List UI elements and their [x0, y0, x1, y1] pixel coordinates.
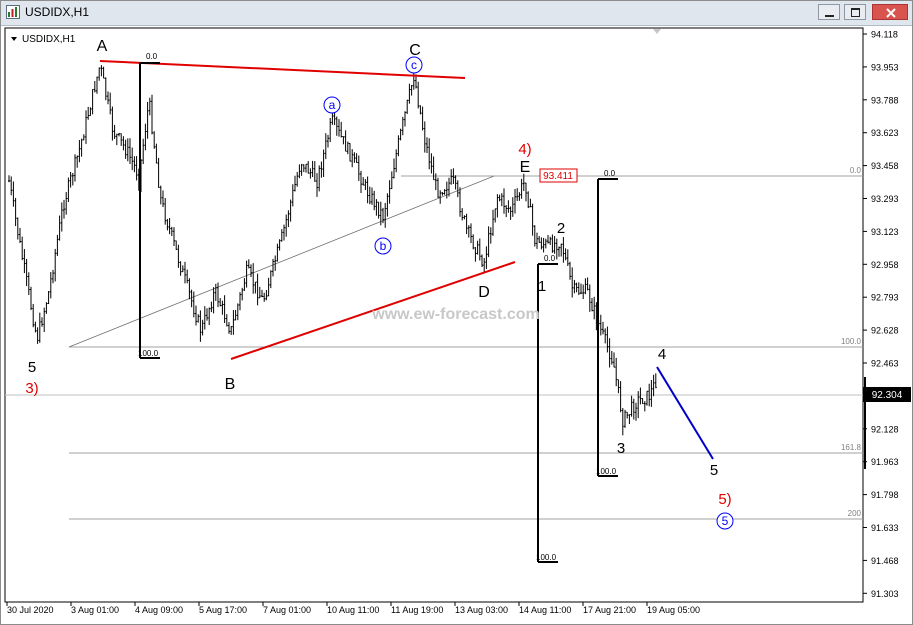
- time-tick-label: 13 Aug 03:00: [455, 605, 508, 615]
- price-chart[interactable]: USDIDX,H1 0.0 100.0 161.8 200 0.0 100.0: [1, 26, 912, 624]
- time-tick-label: 4 Aug 09:00: [135, 605, 183, 615]
- current-price-value: 92.304: [872, 390, 903, 401]
- time-tick-label: 11 Aug 19:00: [391, 605, 443, 615]
- price-tick-label: 93.458: [871, 161, 899, 171]
- wave-label-1: 1: [538, 278, 546, 295]
- chart-symbol-label: USDIDX,H1: [22, 34, 76, 45]
- wave-label-c-circle: c: [405, 56, 423, 74]
- svg-text:0.0: 0.0: [604, 169, 616, 178]
- price-tick-label: 92.128: [871, 424, 899, 434]
- price-tick-label: 92.958: [871, 260, 899, 270]
- time-axis: 30 Jul 2020 3 Aug 01:00 4 Aug 09:00 5 Aug 1…: [6, 602, 700, 615]
- maximize-button[interactable]: [844, 4, 866, 20]
- wave-label-C: C: [409, 42, 421, 59]
- time-tick-label: 14 Aug 11:00: [519, 605, 571, 615]
- wave-label-5-red: 5): [718, 491, 731, 508]
- price-tick-label: 93.953: [871, 62, 899, 72]
- price-tick-label: 93.623: [871, 128, 899, 138]
- time-tick-label: 3 Aug 01:00: [71, 605, 119, 615]
- minimize-icon: [825, 15, 834, 17]
- svg-text:a: a: [329, 98, 336, 112]
- wave-label-B: B: [225, 376, 236, 393]
- time-tick-label: 5 Aug 17:00: [199, 605, 247, 615]
- price-tick-label: 91.798: [871, 490, 899, 500]
- wave-label-D: D: [478, 284, 490, 301]
- wave-label-5-low: 5: [28, 359, 36, 376]
- time-tick-label: 30 Jul 2020: [7, 605, 54, 615]
- wave-label-3-red: 3): [25, 380, 38, 397]
- svg-text:100.0: 100.0: [536, 553, 557, 562]
- wave-label-b-circle: b: [374, 237, 392, 255]
- price-axis: 94.118 93.953 93.788 93.623 93.458 93.293 93.1…: [863, 30, 899, 599]
- price-tick-label: 93.788: [871, 95, 899, 105]
- close-button[interactable]: [872, 4, 908, 20]
- price-tick-label: 92.793: [871, 293, 899, 303]
- price-tick-label: 93.123: [871, 227, 899, 237]
- time-tick-label: 19 Aug 05:00: [647, 605, 700, 615]
- watermark: www.ew-forecast.com: [371, 306, 539, 323]
- fib-label-0: 0.0: [850, 166, 862, 175]
- svg-text:c: c: [411, 58, 417, 72]
- level-value-text: 93.411: [543, 171, 573, 182]
- wave-label-E: E: [520, 159, 531, 176]
- maximize-icon: [851, 8, 860, 17]
- price-tick-label: 93.293: [871, 194, 899, 204]
- close-icon: [886, 8, 896, 18]
- price-tick-label: 94.118: [871, 30, 898, 40]
- wave-label-5-circle: 5: [716, 512, 734, 530]
- price-tick-label: 92.628: [871, 326, 899, 336]
- price-tick-label: 91.633: [871, 523, 899, 533]
- wave-label-3: 3: [617, 440, 625, 457]
- title-bar[interactable]: USDIDX,H1: [1, 1, 912, 26]
- time-tick-label: 10 Aug 11:00: [327, 605, 379, 615]
- wave-label-2: 2: [557, 220, 565, 237]
- price-tick-label: 91.303: [871, 589, 899, 599]
- wave-label-A: A: [97, 38, 108, 55]
- svg-text:0.0: 0.0: [544, 254, 556, 263]
- svg-text:0.0: 0.0: [146, 52, 158, 61]
- time-tick-label: 17 Aug 21:00: [583, 605, 636, 615]
- fib-label-100: 100.0: [841, 337, 862, 346]
- svg-text:5: 5: [722, 514, 729, 528]
- wave-label-4-red: 4): [518, 141, 531, 158]
- svg-text:100.0: 100.0: [138, 349, 159, 358]
- wave-label-4: 4: [658, 346, 666, 363]
- time-tick-label: 7 Aug 01:00: [263, 605, 311, 615]
- svg-text:b: b: [380, 239, 387, 253]
- fib-label-200: 200: [848, 509, 862, 518]
- window-title: USDIDX,H1: [25, 5, 90, 19]
- svg-text:100.0: 100.0: [596, 467, 617, 476]
- price-tick-label: 92.463: [871, 359, 899, 369]
- chart-window: USDIDX,H1 USDIDX,H1 0.0 100.0 161.8 200: [0, 0, 913, 625]
- fib-label-161: 161.8: [841, 443, 862, 452]
- price-tick-label: 91.468: [871, 556, 899, 566]
- wave-label-a-circle: a: [323, 96, 341, 114]
- price-tick-label: 91.963: [871, 457, 899, 467]
- chart-app-icon: [6, 5, 20, 19]
- minimize-button[interactable]: [818, 4, 840, 20]
- wave-label-5-projection: 5: [710, 462, 718, 479]
